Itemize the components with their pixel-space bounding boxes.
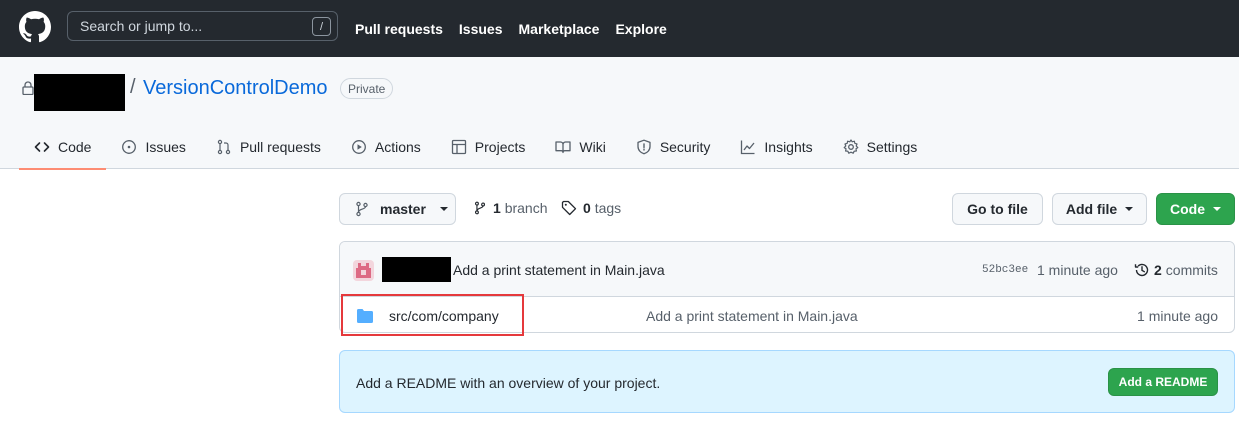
tab-actions[interactable]: Actions [336,125,436,169]
gear-icon [843,139,859,154]
tab-code-label: Code [58,139,92,155]
readme-banner: Add a README with an overview of your pr… [339,350,1235,413]
branch-count: 1 [493,200,501,216]
tab-projects-label: Projects [474,139,526,155]
highlight-annotation-box [341,294,524,336]
tab-code[interactable]: Code [19,125,107,170]
code-icon [34,142,50,152]
code-button-label: Code [1170,201,1205,217]
tab-issues[interactable]: Issues [106,125,200,169]
add-file-button[interactable]: Add file [1052,193,1147,225]
redacted-author-name [382,257,451,282]
nav-explore[interactable]: Explore [615,21,666,37]
tab-settings-label: Settings [866,139,918,155]
lock-icon [22,81,34,95]
latest-commit-bar: Add a print statement in Main.java 52bc3… [340,242,1234,297]
graph-icon [741,140,755,155]
latest-commit-message[interactable]: Add a print statement in Main.java [453,262,665,278]
git-branch-icon [474,201,486,215]
tab-security-label: Security [659,139,711,155]
play-icon [351,140,366,154]
chevron-down-icon [439,207,448,211]
tab-issues-label: Issues [145,139,186,155]
visibility-badge: Private [340,78,394,99]
tag-word: tags [594,200,622,216]
nav-pull-requests[interactable]: Pull requests [355,21,443,37]
git-pull-request-icon [217,139,231,155]
branches-link[interactable]: 1 branch [473,200,548,216]
file-commit-message[interactable]: Add a print statement in Main.java [646,308,858,324]
file-commit-time: 1 minute ago [1137,308,1218,324]
go-to-file-button[interactable]: Go to file [952,193,1043,225]
tab-wiki[interactable]: Wiki [540,125,620,169]
github-logo-icon[interactable] [19,11,51,43]
commit-sha-link[interactable]: 52bc3ee [982,264,1028,276]
shield-icon [637,139,651,155]
add-readme-button[interactable]: Add a README [1108,368,1218,396]
chevron-down-icon [1213,207,1221,211]
tab-insights[interactable]: Insights [725,125,827,169]
tab-actions-label: Actions [374,139,421,155]
tab-insights-label: Insights [764,139,813,155]
branch-select-button[interactable]: master [339,193,456,225]
branch-word: branch [504,200,548,216]
table-icon [451,139,466,155]
readme-prompt-text: Add a README with an overview of your pr… [356,375,661,391]
nav-marketplace[interactable]: Marketplace [519,21,600,37]
nav-issues[interactable]: Issues [459,21,503,37]
commit-count: 2 [1154,262,1162,278]
commit-count-word: commits [1165,262,1218,278]
add-file-label: Add file [1065,201,1118,217]
history-icon [1134,263,1149,277]
repo-name-link[interactable]: VersionControlDemo [143,77,328,100]
slash-shortcut-key: / [312,17,331,36]
repo-header: / VersionControlDemo Private Code Issues… [0,57,1239,170]
commits-history-link[interactable]: 2 commits [1134,262,1218,278]
redacted-owner-name [34,74,125,111]
tab-wiki-label: Wiki [579,139,606,155]
avatar[interactable] [353,260,374,281]
tag-icon [561,200,577,216]
book-icon [555,141,572,154]
commit-time: 1 minute ago [1037,262,1118,278]
tab-projects[interactable]: Projects [436,125,541,169]
chevron-down-icon [1125,207,1134,211]
git-branch-icon [356,201,368,217]
search-placeholder: Search or jump to... [80,18,203,34]
branch-name: master [380,201,426,217]
tag-count: 0 [583,200,591,216]
tab-security[interactable]: Security [621,125,726,169]
repo-path-separator: / [130,76,136,98]
tab-pull-requests-label: Pull requests [239,139,321,155]
tags-link[interactable]: 0 tags [561,200,621,216]
issue-opened-icon [122,140,137,154]
search-input[interactable]: Search or jump to... / [67,11,338,41]
repo-tabs: Code Issues Pull requests Actions Projec… [19,125,933,170]
global-nav: Pull requests Issues Marketplace Explore [355,0,667,57]
tab-settings[interactable]: Settings [828,125,933,169]
tab-pull-requests[interactable]: Pull requests [201,125,336,169]
code-dropdown-button[interactable]: Code [1156,193,1235,225]
global-header: Search or jump to... / Pull requests Iss… [0,0,1239,57]
